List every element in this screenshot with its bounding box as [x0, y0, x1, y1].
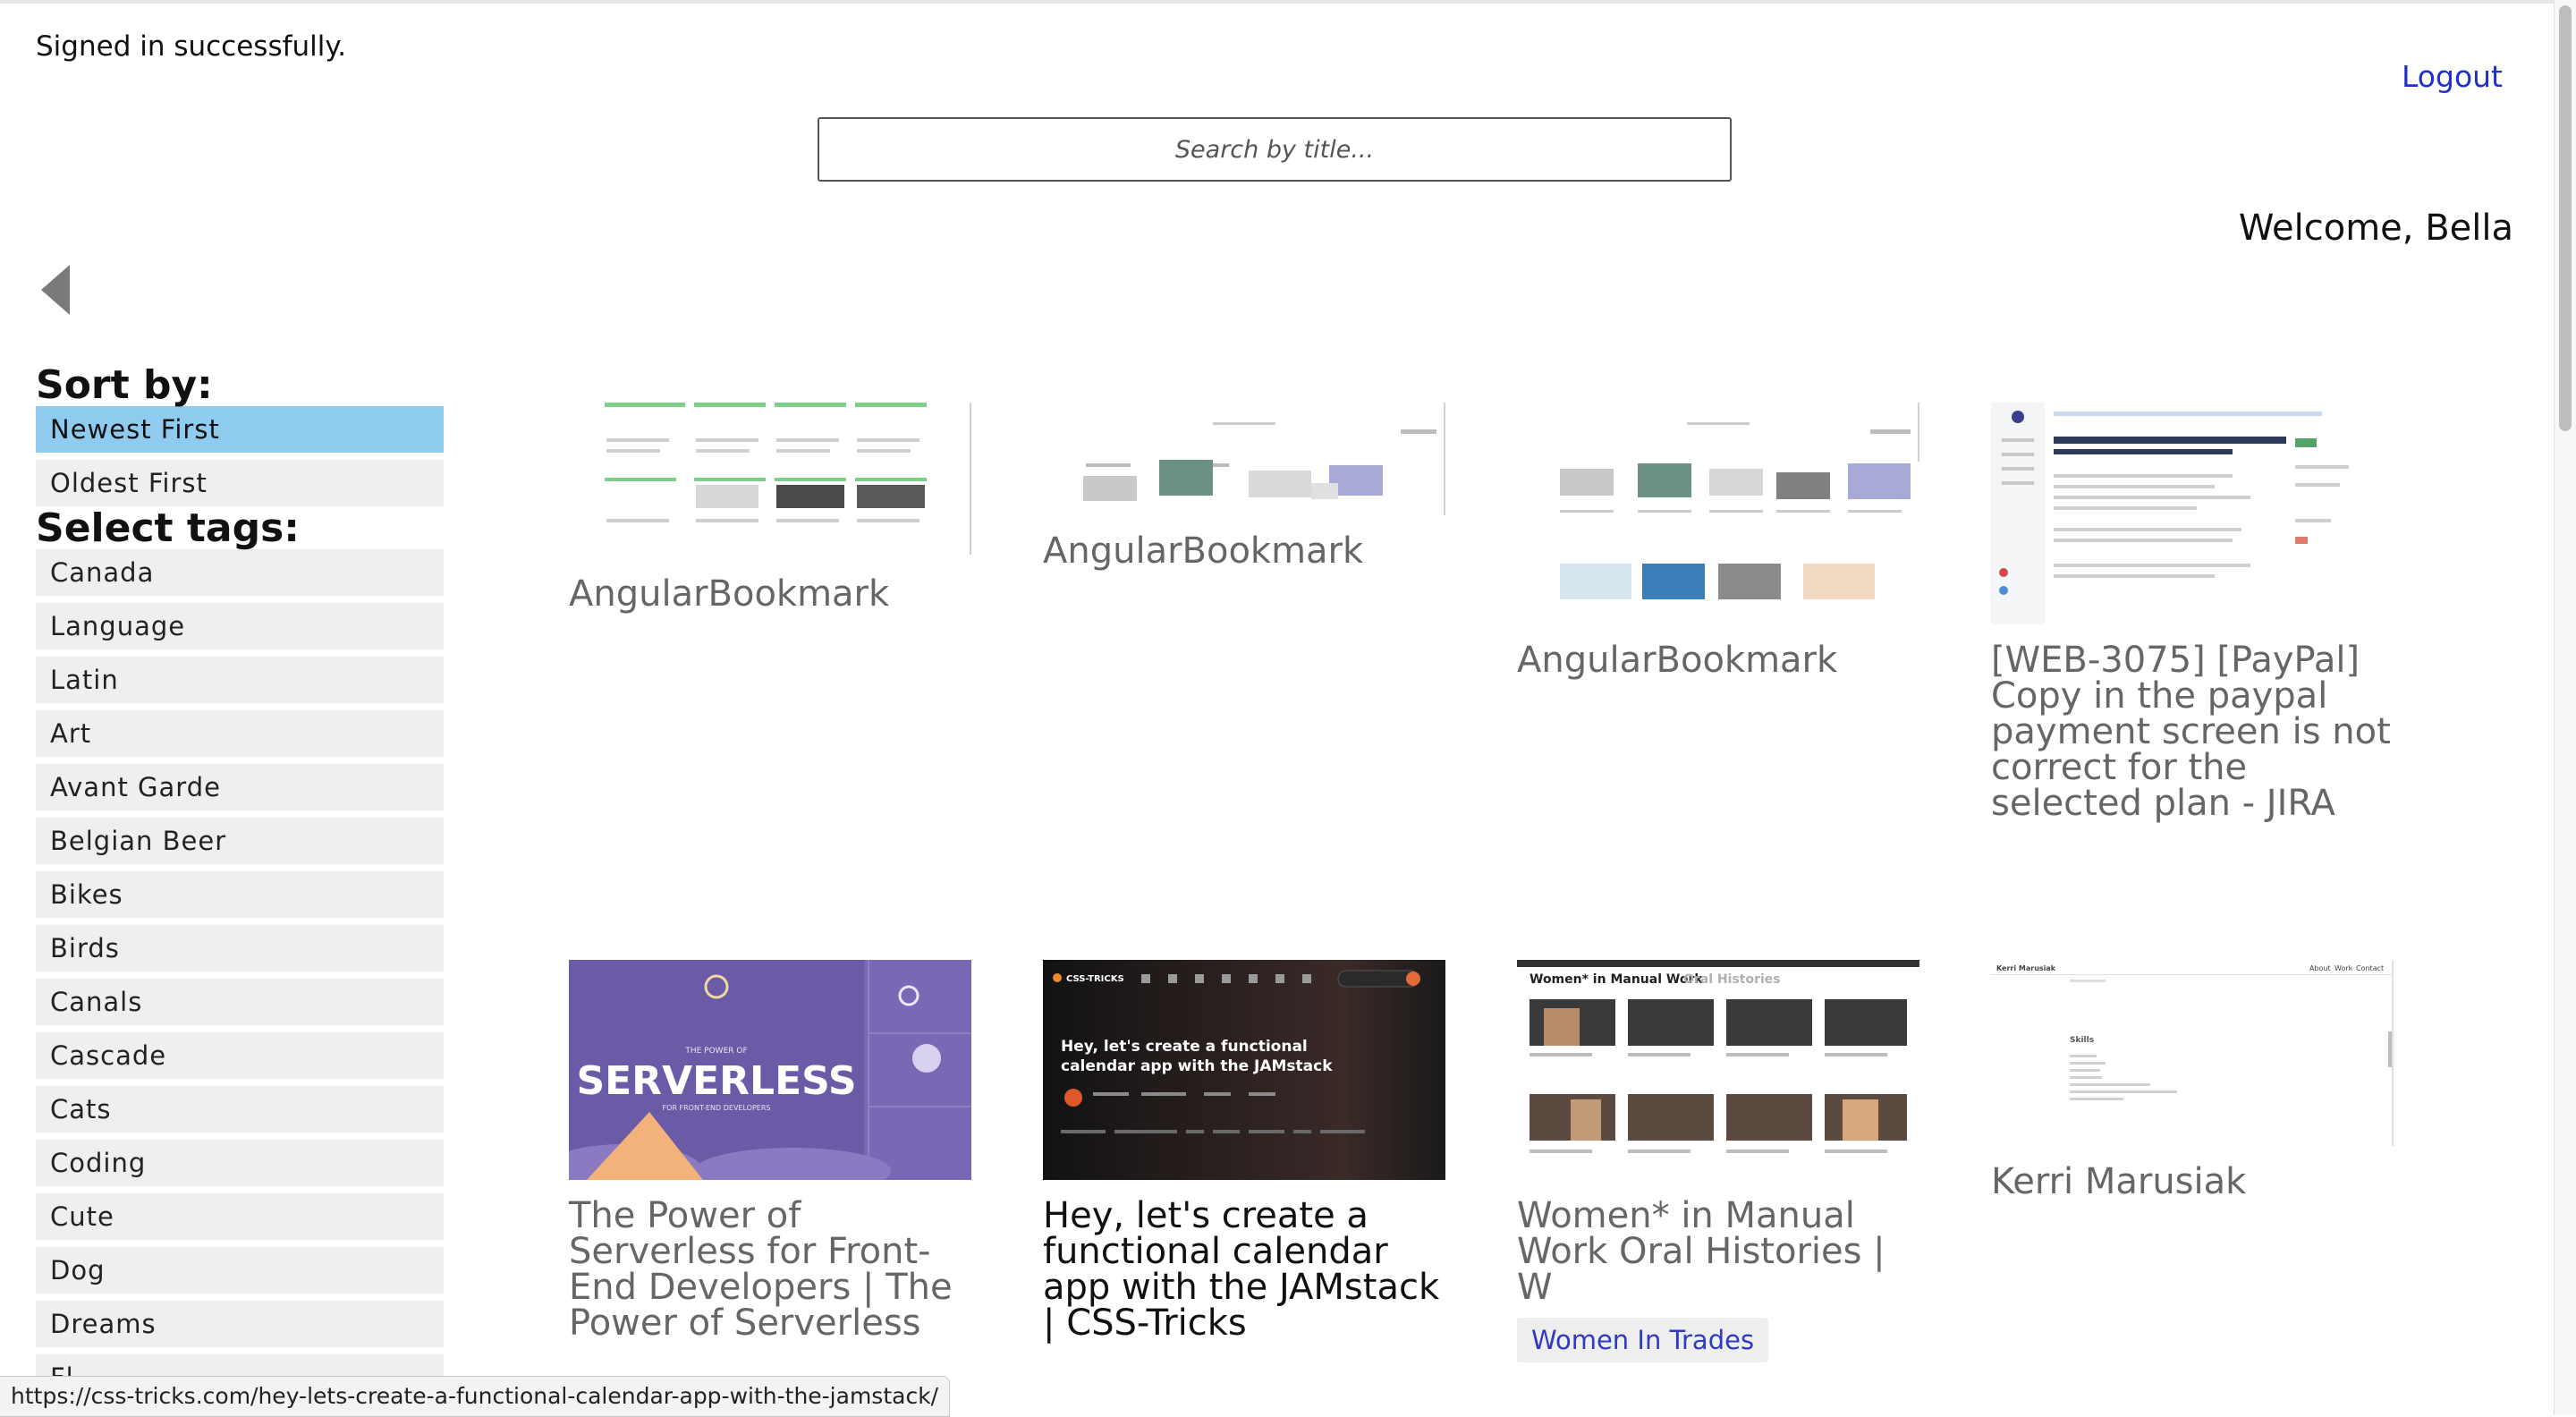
tag-button-coding[interactable]: Coding [36, 1140, 444, 1186]
page-scrollbar[interactable] [2554, 0, 2576, 1415]
tag-button-latin[interactable]: Latin [36, 657, 444, 703]
tag-button-cute[interactable]: Cute [36, 1193, 444, 1240]
search-input[interactable] [818, 117, 1732, 182]
bookmark-thumbnail[interactable]: Women* in Manual Work Oral Histories [1517, 960, 1919, 1180]
bookmark-card[interactable]: AngularBookmark [1043, 403, 1445, 569]
bookmark-title[interactable]: Women* in Manual Work Oral Histories | W [1517, 1198, 1919, 1305]
svg-text:THE POWER OF: THE POWER OF [684, 1047, 747, 1056]
tag-button-dreams[interactable]: Dreams [36, 1301, 444, 1347]
flash-message: Signed in successfully. [36, 30, 347, 63]
svg-text:Women* in Manual Work: Women* in Manual Work [1530, 972, 1703, 987]
sort-newest-button[interactable]: Newest First [36, 406, 444, 453]
bookmark-title[interactable]: Kerri Marusiak [1991, 1164, 2394, 1200]
welcome-message: Welcome, Bella [2238, 208, 2513, 249]
bookmark-title[interactable]: AngularBookmark [569, 576, 971, 612]
bookmark-thumbnail[interactable]: THE POWER OF SERVERLESS FOR FRONT-END DE… [569, 960, 971, 1180]
sort-oldest-button[interactable]: Oldest First [36, 460, 444, 506]
tag-button-birds[interactable]: Birds [36, 925, 444, 972]
svg-text:Oral Histories: Oral Histories [1683, 972, 1781, 987]
svg-text:Work: Work [2334, 964, 2353, 972]
bookmark-card[interactable]: AngularBookmark [1517, 403, 1919, 678]
tag-button-art[interactable]: Art [36, 710, 444, 757]
bookmark-thumbnail[interactable]: CSS-TRICKS Hey, let's create a functiona… [1043, 960, 1445, 1180]
bookmark-title[interactable]: Hey, let's create a functional calendar … [1043, 1198, 1445, 1341]
link-status-bar: https://css-tricks.com/hey-lets-create-a… [0, 1376, 951, 1417]
bookmark-thumbnail[interactable] [1517, 403, 1919, 624]
scrollbar-thumb[interactable] [2559, 5, 2572, 431]
tag-button-cascade[interactable]: Cascade [36, 1032, 444, 1079]
tag-button-cats[interactable]: Cats [36, 1086, 444, 1133]
bookmark-card[interactable]: AngularBookmark [569, 403, 971, 612]
bookmark-card[interactable]: THE POWER OF SERVERLESS FOR FRONT-END DE… [569, 960, 971, 1341]
tag-button-language[interactable]: Language [36, 603, 444, 649]
tag-button-avant-garde[interactable]: Avant Garde [36, 764, 444, 810]
svg-text:FOR FRONT-END DEVELOPERS: FOR FRONT-END DEVELOPERS [663, 1104, 771, 1112]
tag-button-bikes[interactable]: Bikes [36, 871, 444, 918]
bookmark-thumbnail[interactable] [1991, 403, 2394, 624]
svg-text:SERVERLESS: SERVERLESS [576, 1058, 856, 1104]
bookmark-title[interactable]: AngularBookmark [1043, 533, 1445, 569]
bookmark-card[interactable]: [WEB-3075] [PayPal] Copy in the paypal p… [1991, 403, 2394, 821]
svg-text:Skills: Skills [2070, 1036, 2094, 1045]
bookmark-tag-chip[interactable]: Women In Trades [1517, 1318, 1769, 1362]
tag-button-dog[interactable]: Dog [36, 1247, 444, 1294]
svg-text:Hey, let's create a functional: Hey, let's create a functional [1061, 1038, 1308, 1056]
bookmark-card[interactable]: Kerri Marusiak About Work Contact Skills… [1991, 960, 2394, 1200]
bookmark-card[interactable]: CSS-TRICKS Hey, let's create a functiona… [1043, 960, 1445, 1341]
tag-button-belgian-beer[interactable]: Belgian Beer [36, 818, 444, 864]
bookmark-title[interactable]: AngularBookmark [1517, 642, 1919, 678]
bookmark-title[interactable]: [WEB-3075] [PayPal] Copy in the paypal p… [1991, 642, 2394, 821]
bookmark-thumbnail[interactable]: Kerri Marusiak About Work Contact Skills [1991, 960, 2394, 1146]
bookmark-thumbnail[interactable] [569, 403, 971, 558]
svg-text:CSS-TRICKS: CSS-TRICKS [1066, 974, 1124, 984]
tag-button-canals[interactable]: Canals [36, 979, 444, 1025]
svg-text:About: About [2309, 964, 2331, 972]
collapse-sidebar-button[interactable] [39, 263, 75, 317]
sidebar: Sort by: Newest First Oldest First Selec… [36, 365, 444, 1408]
triangle-left-icon [41, 265, 70, 315]
tag-list: Canada Language Latin Art Avant Garde Be… [36, 549, 444, 1401]
logout-link[interactable]: Logout [2402, 59, 2503, 94]
tags-label: Select tags: [36, 505, 300, 551]
top-border [0, 0, 2555, 4]
bookmark-title[interactable]: The Power of Serverless for Front-End De… [569, 1198, 971, 1341]
sort-label: Sort by: [36, 362, 213, 408]
svg-text:calendar app with the JAMstack: calendar app with the JAMstack [1061, 1057, 1333, 1075]
svg-text:Contact: Contact [2356, 964, 2384, 972]
svg-text:Kerri Marusiak: Kerri Marusiak [1996, 964, 2056, 972]
bookmark-card[interactable]: Women* in Manual Work Oral Histories Wom… [1517, 960, 1919, 1362]
bookmark-thumbnail[interactable] [1043, 403, 1445, 515]
tag-button-canada[interactable]: Canada [36, 549, 444, 596]
